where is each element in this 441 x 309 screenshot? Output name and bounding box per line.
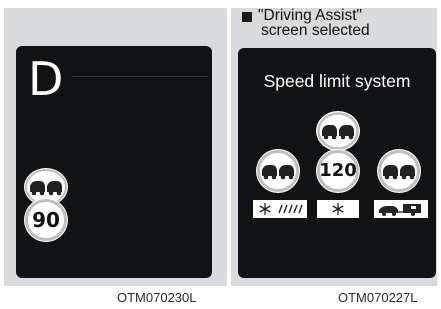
note-line-1: "Driving Assist" xyxy=(258,7,363,24)
screen-title: Speed limit system xyxy=(263,71,411,91)
left-figure-code: OTM070230L xyxy=(117,290,197,305)
note-bullet xyxy=(242,12,252,22)
note-line-2: screen selected xyxy=(261,22,370,39)
gear-divider xyxy=(72,76,208,77)
right-figure-code: OTM070227L xyxy=(338,290,418,305)
no-overtaking-sign-icon xyxy=(377,149,421,193)
car-trailer-icon xyxy=(374,200,428,218)
rain-snowflake-icon xyxy=(253,200,307,218)
no-overtaking-sign-icon xyxy=(316,111,360,151)
speed-limit-value: 120 xyxy=(319,160,357,181)
speed-limit-value: 90 xyxy=(32,208,60,232)
no-overtaking-sign-icon xyxy=(256,149,300,193)
note-text: "Driving Assist" screen selected xyxy=(258,7,370,39)
gear-indicator: D xyxy=(28,52,64,106)
snowflake-icon xyxy=(317,200,359,218)
